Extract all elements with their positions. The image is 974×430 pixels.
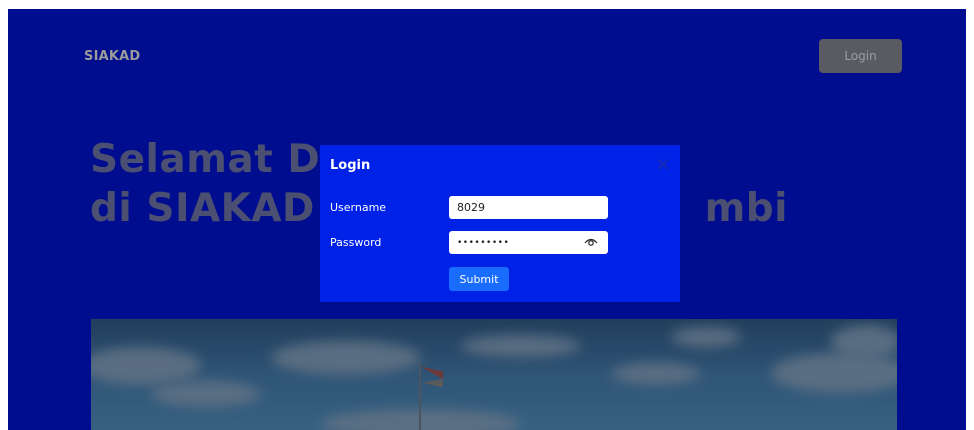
page-background: SIAKAD Login Selamat Ddi SIAKAD S mbi Log… [8, 9, 966, 430]
hero-line-2-tail: mbi [704, 186, 789, 231]
username-input[interactable]: 8029 [449, 196, 608, 219]
hero-image [91, 319, 897, 430]
eye-icon[interactable] [584, 236, 598, 248]
flag [421, 366, 443, 388]
nav-login-button[interactable]: Login [819, 39, 902, 73]
submit-button[interactable]: Submit [449, 267, 509, 291]
password-label: Password [330, 236, 382, 249]
password-value: ••••••••• [457, 237, 510, 248]
hero-line-1: Selamat D [90, 137, 321, 182]
login-modal: Login ✕ Username 8029 Password •••••••••… [320, 145, 680, 302]
hero-line-2: di SIAKAD S [90, 186, 358, 231]
modal-title: Login [330, 158, 371, 173]
username-label: Username [330, 201, 387, 214]
password-input[interactable]: ••••••••• [449, 231, 608, 254]
close-icon[interactable]: ✕ [653, 156, 673, 176]
brand-logo[interactable]: SIAKAD [84, 49, 140, 64]
